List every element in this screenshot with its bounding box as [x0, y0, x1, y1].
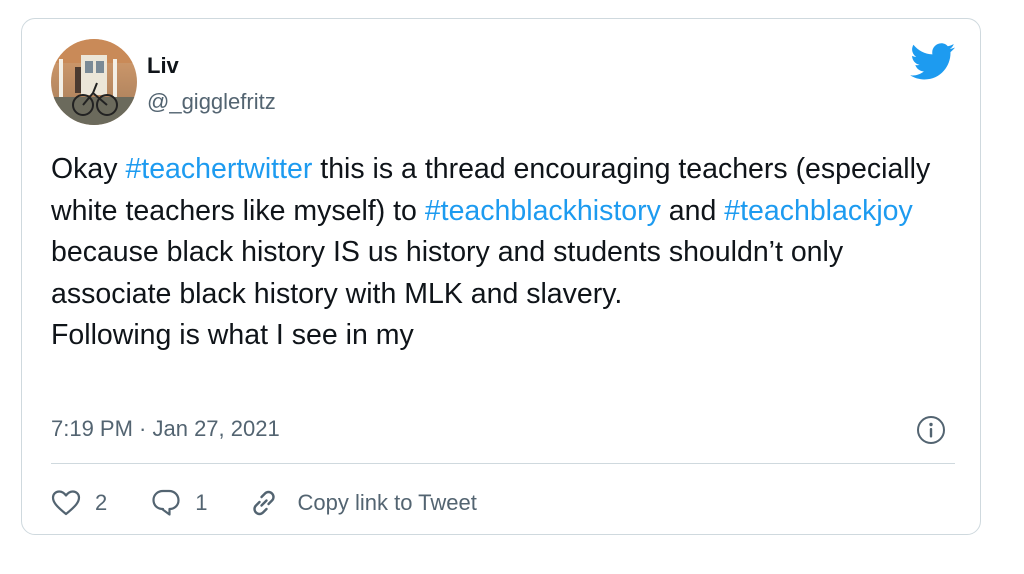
tweet-timestamp[interactable]: 7:19 PM · Jan 27, 2021: [51, 416, 280, 442]
tweet-text-segment: Following is what I see in my: [51, 319, 414, 351]
heart-icon: [51, 489, 81, 517]
tweet-text-segment: and: [660, 194, 725, 227]
link-icon: [248, 487, 280, 519]
tweet-text-segment: Okay: [51, 153, 126, 185]
copy-link-label: Copy link to Tweet: [297, 490, 477, 515]
twitter-bird-icon[interactable]: [910, 43, 956, 81]
author-name[interactable]: Liv: [147, 53, 179, 79]
like-button[interactable]: 2: [51, 489, 107, 517]
hashtag-link[interactable]: #teachblackjoy: [724, 195, 913, 227]
author-handle[interactable]: @_gigglefritz: [147, 89, 276, 115]
reply-icon: [151, 488, 181, 518]
tweet-card[interactable]: Liv @_gigglefritz Okay #teachertwitter t…: [21, 18, 981, 535]
avatar[interactable]: [51, 39, 137, 125]
info-icon[interactable]: [916, 415, 946, 445]
like-count: 2: [95, 490, 108, 515]
reply-button[interactable]: 1: [151, 488, 208, 518]
hashtag-link[interactable]: #teachblackhistory: [425, 195, 661, 227]
reply-count: 1: [195, 490, 208, 515]
divider: [51, 463, 955, 464]
action-bar: 2 1 Copy link to Tweet: [51, 485, 477, 521]
tweet-text: Okay #teachertwitter this is a thread en…: [51, 149, 961, 357]
copy-link-button[interactable]: Copy link to Tweet: [248, 487, 477, 519]
hashtag-link[interactable]: #teachertwitter: [125, 153, 312, 185]
tweet-text-segment: because black history IS us history and …: [51, 236, 844, 310]
